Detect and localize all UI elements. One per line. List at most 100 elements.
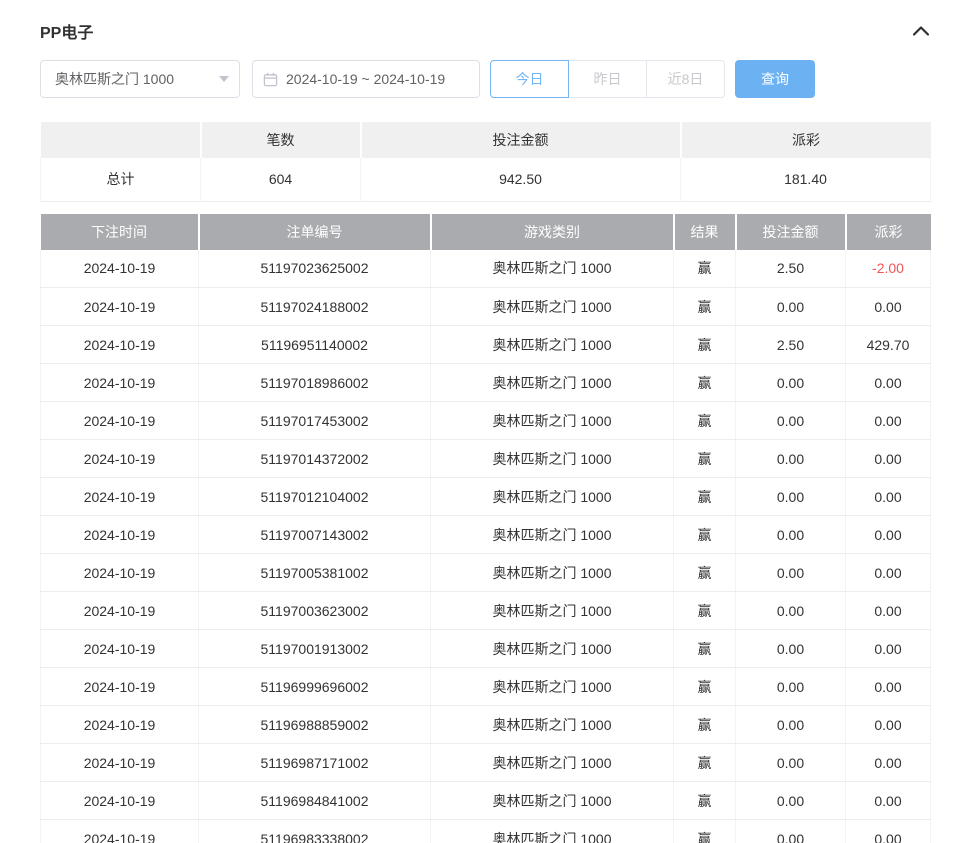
cell-bet-amount: 0.00 (736, 364, 846, 402)
pp-panel: PP电子 奥林匹斯之门 1000 2024-10-19 ~ 2024-10-19… (0, 0, 958, 843)
cell-order-no: 51197024188002 (199, 288, 431, 326)
cell-result: 赢 (674, 630, 736, 668)
cell-payout: 0.00 (846, 820, 931, 843)
last8days-button[interactable]: 近8日 (646, 60, 725, 98)
cell-result: 赢 (674, 364, 736, 402)
cell-result: 赢 (674, 478, 736, 516)
cell-result: 赢 (674, 288, 736, 326)
cell-payout: 0.00 (846, 592, 931, 630)
cell-bet-amount: 0.00 (736, 516, 846, 554)
cell-result: 赢 (674, 592, 736, 630)
cell-payout: 0.00 (846, 516, 931, 554)
table-row: 2024-10-19 51196987171002 奥林匹斯之门 1000 赢 … (41, 744, 931, 782)
cell-bet-time: 2024-10-19 (41, 668, 199, 706)
cell-game-type: 奥林匹斯之门 1000 (431, 326, 674, 364)
cell-game-type: 奥林匹斯之门 1000 (431, 744, 674, 782)
cell-game-type: 奥林匹斯之门 1000 (431, 782, 674, 820)
cell-payout: 0.00 (846, 554, 931, 592)
table-row: 2024-10-19 51197017453002 奥林匹斯之门 1000 赢 … (41, 402, 931, 440)
cell-bet-time: 2024-10-19 (41, 706, 199, 744)
cell-bet-time: 2024-10-19 (41, 440, 199, 478)
cell-order-no: 51197005381002 (199, 554, 431, 592)
cell-order-no: 51197001913002 (199, 630, 431, 668)
summary-total-payout: 181.40 (681, 158, 931, 201)
cell-game-type: 奥林匹斯之门 1000 (431, 250, 674, 288)
cell-result: 赢 (674, 440, 736, 478)
cell-bet-amount: 0.00 (736, 668, 846, 706)
cell-payout: 0.00 (846, 440, 931, 478)
date-range-input[interactable]: 2024-10-19 ~ 2024-10-19 (252, 60, 480, 98)
table-row: 2024-10-19 51196984841002 奥林匹斯之门 1000 赢 … (41, 782, 931, 820)
cell-bet-amount: 0.00 (736, 820, 846, 843)
today-button[interactable]: 今日 (490, 60, 569, 98)
filter-bar: 奥林匹斯之门 1000 2024-10-19 ~ 2024-10-19 今日 昨… (40, 60, 930, 98)
chevron-down-icon (219, 76, 229, 82)
cell-payout: 0.00 (846, 668, 931, 706)
cell-bet-time: 2024-10-19 (41, 744, 199, 782)
cell-game-type: 奥林匹斯之门 1000 (431, 554, 674, 592)
summary-total-bet-amount: 942.50 (361, 158, 681, 201)
table-row: 2024-10-19 51197005381002 奥林匹斯之门 1000 赢 … (41, 554, 931, 592)
cell-payout: 0.00 (846, 288, 931, 326)
search-button[interactable]: 查询 (735, 60, 815, 98)
table-row: 2024-10-19 51196951140002 奥林匹斯之门 1000 赢 … (41, 326, 931, 364)
cell-result: 赢 (674, 554, 736, 592)
game-select[interactable]: 奥林匹斯之门 1000 (40, 60, 240, 98)
cell-bet-amount: 0.00 (736, 288, 846, 326)
page-title: PP电子 (40, 19, 93, 43)
table-row: 2024-10-19 51197007143002 奥林匹斯之门 1000 赢 … (41, 516, 931, 554)
col-result: 结果 (674, 214, 736, 250)
cell-payout: 0.00 (846, 364, 931, 402)
cell-result: 赢 (674, 402, 736, 440)
cell-bet-time: 2024-10-19 (41, 630, 199, 668)
table-row: 2024-10-19 51196999696002 奥林匹斯之门 1000 赢 … (41, 668, 931, 706)
cell-payout: 429.70 (846, 326, 931, 364)
bet-table-body: 2024-10-19 51197023625002 奥林匹斯之门 1000 赢 … (41, 250, 931, 843)
cell-order-no: 51196988859002 (199, 706, 431, 744)
game-select-value: 奥林匹斯之门 1000 (55, 69, 174, 89)
cell-game-type: 奥林匹斯之门 1000 (431, 668, 674, 706)
cell-order-no: 51197003623002 (199, 592, 431, 630)
summary-total-label: 总计 (41, 158, 201, 201)
summary-row: 总计 604 942.50 181.40 (41, 158, 931, 201)
cell-bet-time: 2024-10-19 (41, 592, 199, 630)
table-row: 2024-10-19 51197003623002 奥林匹斯之门 1000 赢 … (41, 592, 931, 630)
cell-game-type: 奥林匹斯之门 1000 (431, 630, 674, 668)
cell-result: 赢 (674, 782, 736, 820)
cell-order-no: 51197017453002 (199, 402, 431, 440)
cell-bet-time: 2024-10-19 (41, 782, 199, 820)
chevron-up-icon (912, 25, 930, 37)
quick-date-group: 今日 昨日 近8日 (490, 60, 725, 98)
cell-payout: 0.00 (846, 478, 931, 516)
cell-bet-amount: 0.00 (736, 630, 846, 668)
cell-bet-amount: 0.00 (736, 440, 846, 478)
table-row: 2024-10-19 51197018986002 奥林匹斯之门 1000 赢 … (41, 364, 931, 402)
table-row: 2024-10-19 51197023625002 奥林匹斯之门 1000 赢 … (41, 250, 931, 288)
cell-bet-time: 2024-10-19 (41, 402, 199, 440)
collapse-button[interactable] (912, 25, 930, 37)
cell-bet-amount: 2.50 (736, 326, 846, 364)
cell-payout: 0.00 (846, 402, 931, 440)
summary-col-bet-amount: 投注金额 (361, 122, 681, 158)
cell-payout: 0.00 (846, 744, 931, 782)
summary-total-count: 604 (201, 158, 361, 201)
summary-table: 笔数 投注金额 派彩 总计 604 942.50 181.40 (40, 122, 931, 202)
cell-payout: 0.00 (846, 706, 931, 744)
cell-result: 赢 (674, 820, 736, 843)
cell-order-no: 51197018986002 (199, 364, 431, 402)
cell-game-type: 奥林匹斯之门 1000 (431, 478, 674, 516)
cell-bet-time: 2024-10-19 (41, 478, 199, 516)
cell-order-no: 51196999696002 (199, 668, 431, 706)
cell-bet-amount: 0.00 (736, 706, 846, 744)
cell-order-no: 51197023625002 (199, 250, 431, 288)
date-range-value: 2024-10-19 ~ 2024-10-19 (286, 71, 445, 87)
cell-bet-amount: 0.00 (736, 554, 846, 592)
cell-order-no: 51197007143002 (199, 516, 431, 554)
cell-game-type: 奥林匹斯之门 1000 (431, 440, 674, 478)
cell-bet-amount: 2.50 (736, 250, 846, 288)
yesterday-button[interactable]: 昨日 (568, 60, 647, 98)
col-bet-time: 下注时间 (41, 214, 199, 250)
cell-payout: 0.00 (846, 782, 931, 820)
bet-table-header: 下注时间 注单编号 游戏类别 结果 投注金额 派彩 (41, 214, 931, 250)
col-order-no: 注单编号 (199, 214, 431, 250)
